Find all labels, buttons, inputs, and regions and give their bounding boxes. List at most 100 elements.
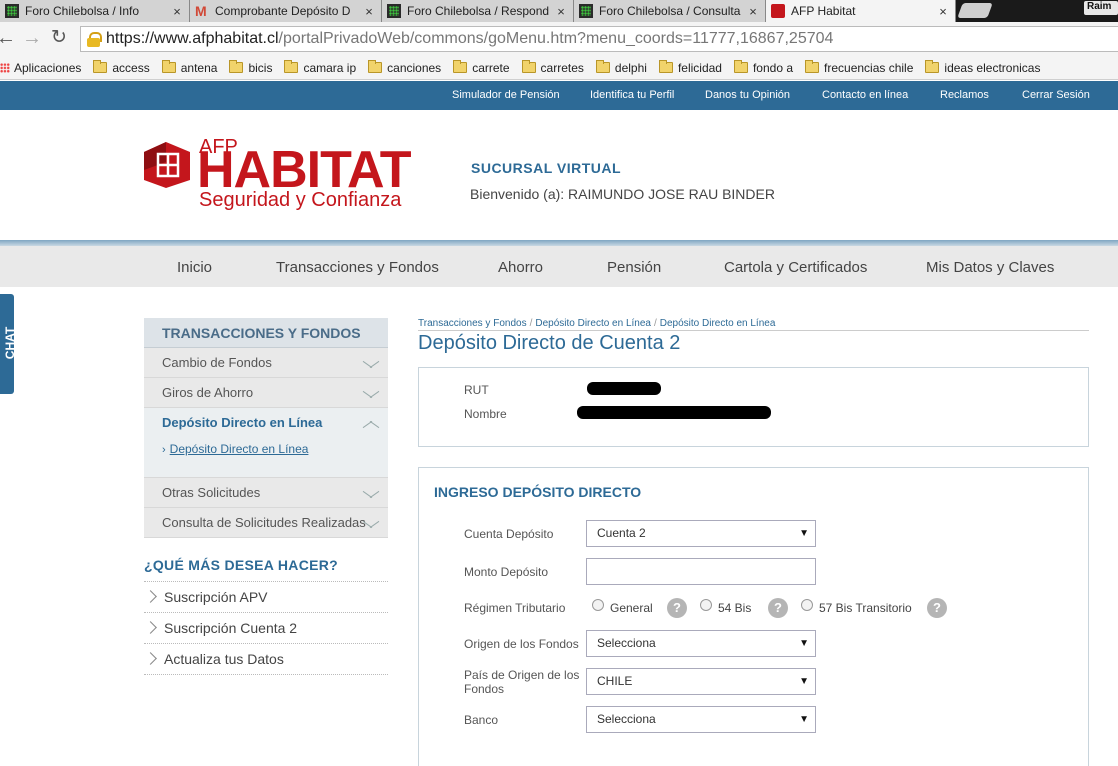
nav-reclamos[interactable]: Reclamos [940,89,989,101]
origen-select[interactable]: Selecciona ▼ [586,630,816,657]
sidebar-item-otras-solicitudes[interactable]: Otras Solicitudes [144,478,388,508]
monto-label: Monto Depósito [464,565,549,579]
main-nav-transacciones[interactable]: Transacciones y Fondos [276,259,439,276]
regimen-label: Régimen Tributario [464,601,566,615]
folder-icon [93,60,108,73]
bookmark-label: access [112,60,150,75]
grid-icon [5,4,19,18]
nav-simulador-pension[interactable]: Simulador de Pensión [452,89,560,101]
more-action-label: Suscripción APV [164,589,268,605]
url-input[interactable]: https://www.afphabitat.cl/portalPrivadoW… [80,26,1118,52]
radio-general[interactable] [592,599,604,611]
back-icon[interactable]: ← [0,28,16,48]
bookmark-label: felicidad [677,60,722,75]
reload-icon[interactable]: ↻ [51,28,67,48]
origen-select-value: Selecciona [597,636,656,650]
bookmark-folder[interactable]: fondo a [733,60,793,75]
more-action-suscripcion-cuenta2[interactable]: Suscripción Cuenta 2 [144,613,388,644]
bookmark-folder[interactable]: ideas electronicas [925,60,1041,75]
breadcrumb-separator: / [653,318,657,329]
browser-tab[interactable]: Foro Chilebolsa / Respond × [382,0,574,22]
afp-habitat-logo[interactable]: AFP HABITAT Seguridad y Confianza [144,136,426,214]
help-icon[interactable]: ? [667,598,687,618]
bookmark-folder[interactable]: bicis [229,60,273,75]
sidebar-item-label: Giros de Ahorro [162,385,254,400]
habitat-logo-icon [144,142,190,188]
bookmark-folder[interactable]: frecuencias chile [805,60,913,75]
main-nav-ahorro[interactable]: Ahorro [498,259,543,276]
bookmark-folder[interactable]: camara ip [284,60,356,75]
bookmark-label: ideas electronicas [944,60,1041,75]
redacted-rut [587,382,661,395]
sidebar-item-cambio-fondos[interactable]: Cambio de Fondos [144,348,388,378]
pais-label: País de Origen de los Fondos [464,668,580,696]
folder-icon [229,60,244,73]
breadcrumb-current: Depósito Directo en Línea [659,318,776,329]
sidebar-subitem-link[interactable]: Depósito Directo en Línea [170,442,309,456]
main-nav-cartola[interactable]: Cartola y Certificados [724,259,867,276]
sidebar: TRANSACCIONES Y FONDOS Cambio de Fondos … [144,318,388,538]
folder-icon [284,60,299,73]
radio-57bis[interactable] [801,599,813,611]
main-nav-pension[interactable]: Pensión [607,259,661,276]
browser-tab[interactable]: M Comprobante Depósito D × [190,0,382,22]
close-icon[interactable]: × [169,4,185,19]
chevron-up-icon [362,420,380,430]
folder-icon [733,60,748,73]
bookmark-folder[interactable]: carretes [521,60,584,75]
radio-general-label: General [610,601,653,615]
nav-contacto[interactable]: Contacto en línea [822,89,908,101]
browser-tab[interactable]: Foro Chilebolsa / Consulta × [574,0,766,22]
browser-tab-bar: Foro Chilebolsa / Info × M Comprobante D… [0,0,1118,22]
new-tab-button[interactable] [957,3,993,18]
bookmark-folder[interactable]: carrete [453,60,510,75]
bookmark-folder[interactable]: access [93,60,150,75]
bookmark-label: bicis [248,60,273,75]
breadcrumb-link[interactable]: Transacciones y Fondos [418,318,527,329]
more-action-suscripcion-apv[interactable]: Suscripción APV [144,582,388,613]
monto-input[interactable] [586,558,816,585]
bookmark-folder[interactable]: delphi [595,60,647,75]
forward-icon[interactable]: → [22,28,42,48]
banco-select-value: Selecciona [597,712,656,726]
chevron-down-icon [362,520,380,530]
bookmark-folder[interactable]: canciones [368,60,441,75]
bookmark-label: delphi [614,60,647,75]
more-actions-title: ¿QUÉ MÁS DESEA HACER? [144,557,339,573]
sidebar-item-deposito-directo[interactable]: Depósito Directo en Línea [144,408,388,438]
nav-danos-opinion[interactable]: Danos tu Opinión [705,89,790,101]
radio-54bis[interactable] [700,599,712,611]
deposit-form: INGRESO DEPÓSITO DIRECTO Cuenta Depósito… [418,467,1089,766]
sidebar-item-giros-ahorro[interactable]: Giros de Ahorro [144,378,388,408]
chat-tab[interactable]: CHAT [0,294,18,394]
bookmark-apps[interactable]: Aplicaciones [0,61,81,75]
nav-cerrar-sesion[interactable]: Cerrar Sesión [1022,89,1090,101]
help-icon[interactable]: ? [927,598,947,618]
cuenta-label: Cuenta Depósito [464,527,554,541]
close-icon[interactable]: × [745,4,761,19]
close-icon[interactable]: × [553,4,569,19]
main-nav-mis-datos[interactable]: Mis Datos y Claves [926,259,1054,276]
page-title: Depósito Directo de Cuenta 2 [418,332,681,354]
pais-select[interactable]: CHILE ▼ [586,668,816,695]
grid-icon [579,4,593,18]
sidebar-item-consulta-solicitudes[interactable]: Consulta de Solicitudes Realizadas [144,508,388,538]
bookmark-label: carrete [472,60,510,75]
breadcrumb-separator: / [529,318,533,329]
browser-tab[interactable]: Foro Chilebolsa / Info × [0,0,190,22]
bookmark-folder[interactable]: felicidad [658,60,722,75]
help-icon[interactable]: ? [768,598,788,618]
more-action-actualiza-datos[interactable]: Actualiza tus Datos [144,644,388,675]
main-nav-inicio[interactable]: Inicio [177,259,212,276]
bookmarks-bar: Aplicaciones access antena bicis camara … [0,56,1118,80]
nav-identifica-perfil[interactable]: Identifica tu Perfil [590,89,674,101]
banco-select[interactable]: Selecciona ▼ [586,706,816,733]
bookmark-folder[interactable]: antena [161,60,217,75]
breadcrumb-link[interactable]: Depósito Directo en Línea [535,318,651,329]
profile-badge[interactable]: Raim [1084,1,1118,15]
cuenta-select[interactable]: Cuenta 2 ▼ [586,520,816,547]
chat-label: CHAT [3,326,18,360]
close-icon[interactable]: × [935,4,951,19]
close-icon[interactable]: × [361,4,377,19]
browser-tab-active[interactable]: AFP Habitat × [766,0,956,22]
